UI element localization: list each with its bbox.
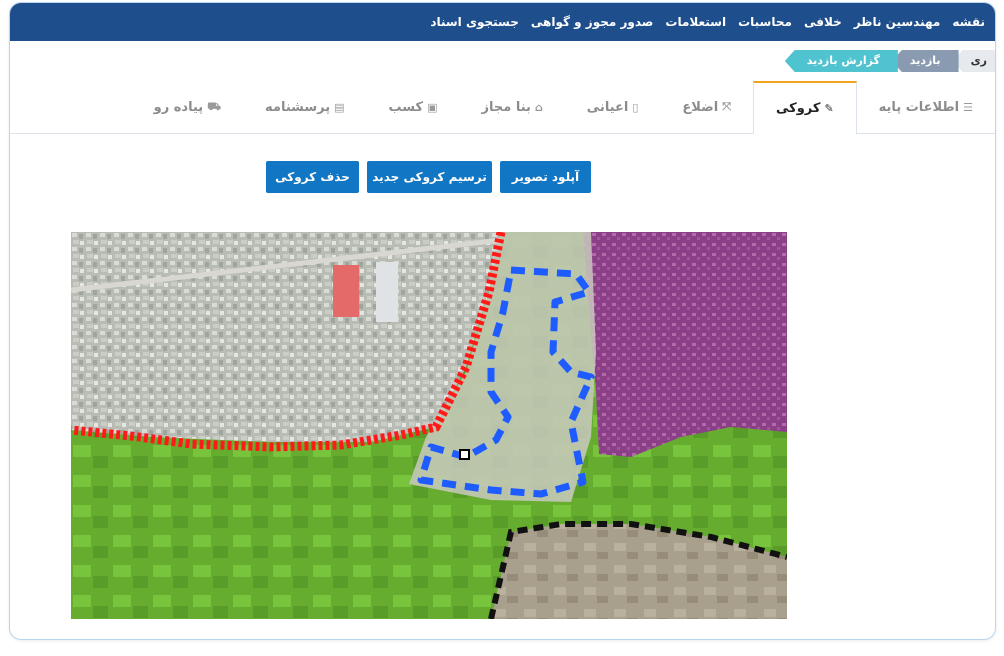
nav-item-map[interactable]: نقشه	[946, 15, 991, 29]
tab-sides[interactable]: ⤧ اضلاع	[660, 81, 753, 133]
breadcrumb-item-visit[interactable]: بازدید	[891, 50, 959, 72]
tab-label: بنا مجاز	[481, 99, 531, 115]
tab-label: اضلاع	[682, 99, 719, 115]
main-card: نقشه مهندسین ناظر خلافی محاسبات استعلاما…	[9, 2, 996, 640]
nav-item-permits[interactable]: صدور مجوز و گواهی	[525, 15, 659, 29]
top-navigation: نقشه مهندسین ناظر خلافی محاسبات استعلاما…	[10, 3, 995, 41]
upload-image-button[interactable]: آپلود تصویر	[500, 161, 591, 193]
file-icon: ▤	[334, 100, 345, 114]
tab-label: اطلاعات پایه	[878, 99, 960, 115]
map-canvas	[71, 232, 787, 619]
list-icon: ☰	[963, 100, 973, 114]
tab-sketch[interactable]: ✎ کروکی	[753, 81, 857, 134]
tab-label: کسب	[388, 99, 424, 115]
breadcrumb: ری بازدید گزارش بازدید	[784, 49, 995, 73]
mobile-icon: ▯	[632, 100, 639, 114]
road-icon: ⛟	[207, 99, 222, 113]
nav-item-violations[interactable]: خلافی	[798, 15, 848, 29]
tab-business[interactable]: ▣ کسب	[367, 81, 460, 133]
nav-item-calculations[interactable]: محاسبات	[732, 15, 798, 29]
breadcrumb-item-root[interactable]: ری	[952, 50, 995, 72]
delete-sketch-button[interactable]: حذف کروکی	[266, 161, 359, 193]
map-purple-zone	[583, 232, 787, 457]
map-marker[interactable]	[459, 449, 470, 460]
home-icon: ⌂	[534, 100, 543, 114]
tab-questionnaire[interactable]: ▤ پرسشنامه	[243, 81, 367, 133]
tab-label: پرسشنامه	[265, 99, 331, 115]
tab-label: پیاده رو	[153, 99, 204, 115]
map-white-building	[376, 262, 398, 322]
sketch-map[interactable]	[71, 232, 787, 619]
tab-sidewalk[interactable]: ⛟ پیاده رو	[132, 81, 243, 133]
nav-item-document-search[interactable]: جستجوی اسناد	[424, 15, 525, 29]
tab-bar: ☰ اطلاعات پایه ✎ کروکی ⤧ اضلاع ▯ اعیانی …	[10, 81, 995, 134]
briefcase-icon: ▣	[427, 100, 438, 114]
breadcrumb-item-visit-report[interactable]: گزارش بازدید	[784, 50, 898, 72]
nav-item-engineers[interactable]: مهندسین ناظر	[848, 15, 947, 29]
map-red-buildings	[333, 265, 359, 317]
edit-icon: ✎	[824, 102, 834, 115]
expand-icon: ⤧	[722, 100, 731, 113]
nav-item-inquiries[interactable]: استعلامات	[659, 15, 732, 29]
tab-basic-info[interactable]: ☰ اطلاعات پایه	[857, 81, 995, 133]
tab-buildings[interactable]: ▯ اعیانی	[565, 81, 661, 133]
tab-label: اعیانی	[586, 99, 629, 115]
tab-label: کروکی	[776, 101, 821, 116]
tab-permitted-building[interactable]: ⌂ بنا مجاز	[460, 81, 565, 133]
draw-new-sketch-button[interactable]: ترسیم کروکی جدید	[367, 161, 492, 193]
